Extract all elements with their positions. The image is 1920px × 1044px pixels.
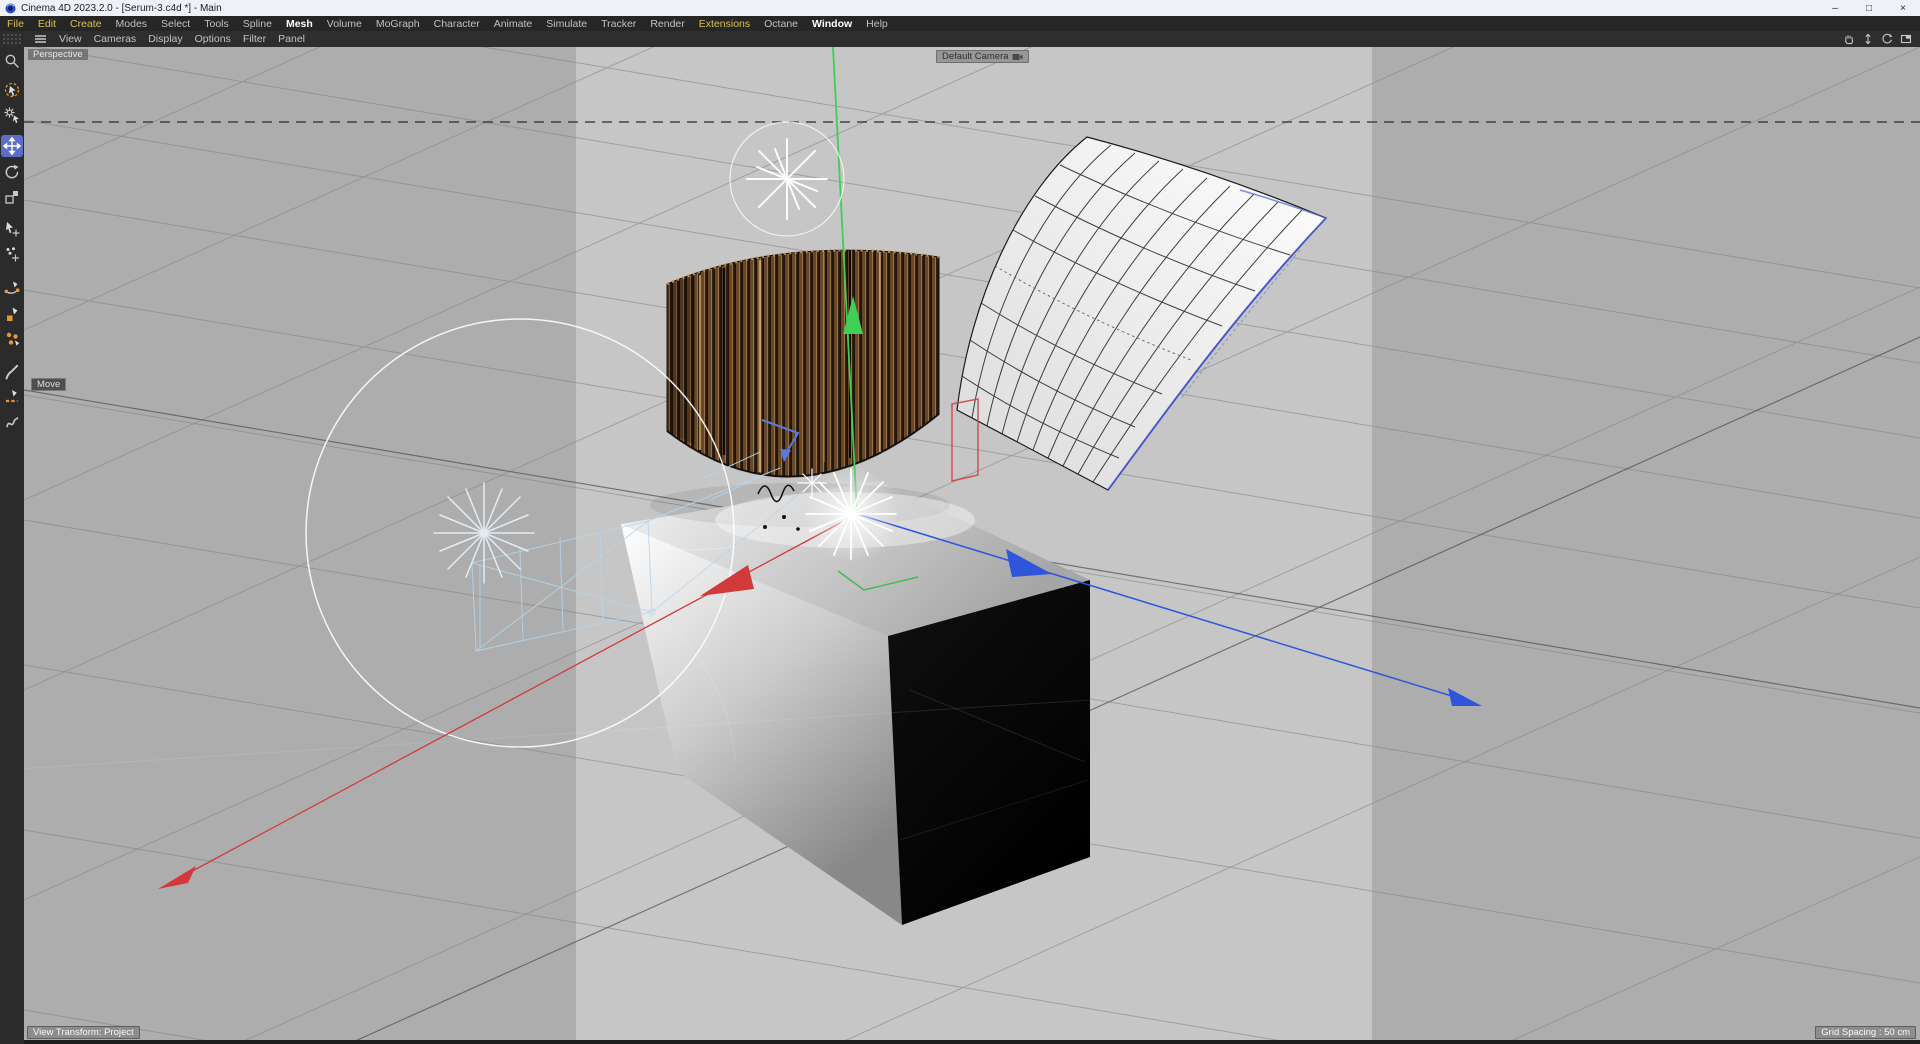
menu-tools[interactable]: Tools xyxy=(204,18,229,30)
grid-spacing-badge: Grid Spacing : 50 cm xyxy=(1815,1026,1916,1039)
menu-tracker[interactable]: Tracker xyxy=(601,18,636,30)
palette-grip[interactable] xyxy=(2,33,22,45)
window-titlebar: Cinema 4D 2023.2.0 - [Serum-3.c4d *] - M… xyxy=(0,0,1920,16)
spline-smooth-tool-button[interactable] xyxy=(1,277,23,299)
menu-octane[interactable]: Octane xyxy=(764,18,798,30)
bottom-statusbar xyxy=(0,1040,1920,1044)
point-edit-tool-button[interactable] xyxy=(1,243,23,265)
menu-window[interactable]: Window xyxy=(812,18,852,30)
viewmenu-filter[interactable]: Filter xyxy=(243,33,266,45)
menu-mesh[interactable]: Mesh xyxy=(286,18,313,30)
menu-render[interactable]: Render xyxy=(650,18,684,30)
menu-select[interactable]: Select xyxy=(161,18,190,30)
spline-pen-tool-button[interactable] xyxy=(1,303,23,325)
scale-tool-button[interactable] xyxy=(1,186,23,208)
menu-extensions[interactable]: Extensions xyxy=(699,18,750,30)
sculpt-tool-button[interactable] xyxy=(1,411,23,433)
menu-help[interactable]: Help xyxy=(866,18,888,30)
view-transform-badge: View Transform: Project xyxy=(27,1026,140,1039)
close-button[interactable]: × xyxy=(1886,0,1920,16)
viewmenu-display[interactable]: Display xyxy=(148,33,182,45)
pan-view-icon[interactable] xyxy=(1843,33,1855,45)
rotate-view-icon[interactable] xyxy=(1881,33,1893,45)
selection-move-tool-button[interactable] xyxy=(1,218,23,240)
view-label[interactable]: Perspective xyxy=(28,49,88,60)
menu-file[interactable]: File xyxy=(7,18,24,30)
menu-modes[interactable]: Modes xyxy=(116,18,148,30)
tool-tooltip: Move xyxy=(31,378,67,391)
viewmenu-options[interactable]: Options xyxy=(195,33,231,45)
menu-edit[interactable]: Edit xyxy=(38,18,56,30)
menu-simulate[interactable]: Simulate xyxy=(546,18,587,30)
viewmenu-panel[interactable]: Panel xyxy=(278,33,305,45)
app-logo-icon xyxy=(5,3,16,14)
menu-volume[interactable]: Volume xyxy=(327,18,362,30)
live-selection-tool-button[interactable] xyxy=(1,79,23,101)
viewmenu-view[interactable]: View xyxy=(59,33,82,45)
left-toolbar xyxy=(0,47,24,1044)
maximize-button[interactable]: □ xyxy=(1852,0,1886,16)
menu-create[interactable]: Create xyxy=(70,18,102,30)
menu-mograph[interactable]: MoGraph xyxy=(376,18,420,30)
starburst-left xyxy=(433,482,535,584)
main-menubar: File Edit Create Modes Select Tools Spli… xyxy=(0,16,1920,31)
menu-animate[interactable]: Animate xyxy=(494,18,533,30)
camera-badge[interactable]: Default Camera xyxy=(936,50,1029,63)
brush-tool-button[interactable] xyxy=(1,361,23,383)
find-tool-button[interactable] xyxy=(1,50,23,72)
dolly-view-icon[interactable] xyxy=(1862,33,1874,45)
viewport-3d[interactable]: Perspective Default Camera Move View Tra… xyxy=(24,47,1920,1040)
move-tool-button[interactable] xyxy=(1,135,23,157)
menu-spline[interactable]: Spline xyxy=(243,18,272,30)
window-title: Cinema 4D 2023.2.0 - [Serum-3.c4d *] - M… xyxy=(21,2,222,14)
spline-line-tool-button[interactable] xyxy=(1,386,23,408)
menu-character[interactable]: Character xyxy=(434,18,480,30)
viewmenu-cameras[interactable]: Cameras xyxy=(94,33,137,45)
toggle-view-icon[interactable] xyxy=(1900,33,1912,45)
spline-point-tool-button[interactable] xyxy=(1,328,23,350)
viewport-menubar: View Cameras Display Options Filter Pane… xyxy=(0,31,1920,47)
camera-badge-icon xyxy=(1012,53,1023,60)
hamburger-menu-icon[interactable] xyxy=(34,34,47,44)
stick-array-object[interactable] xyxy=(666,248,940,478)
rotate-tool-button[interactable] xyxy=(1,161,23,183)
tweak-tool-button[interactable] xyxy=(1,104,23,126)
scene-canvas xyxy=(24,47,1920,1040)
starburst-top xyxy=(729,121,845,237)
minimize-button[interactable]: – xyxy=(1818,0,1852,16)
